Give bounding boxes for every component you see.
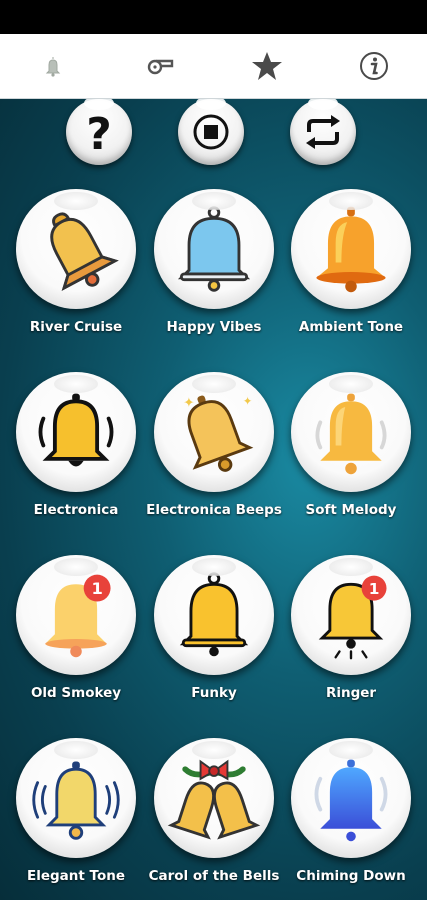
blue-ringing-bell-icon	[314, 759, 388, 842]
sound-label: Carol of the Bells	[148, 868, 280, 884]
orange-bell-icon	[316, 206, 386, 293]
sparkle-bell-icon: ✦ ✦	[183, 394, 254, 472]
sound-old-smokey[interactable]: 1 Old Smokey	[6, 555, 146, 725]
svg-text:✦: ✦	[243, 394, 253, 408]
sound-electronica[interactable]: Electronica	[6, 372, 146, 542]
soft-bell-icon	[315, 393, 387, 475]
sound-ambient-tone[interactable]: Ambient Tone	[281, 189, 421, 359]
sound-funky[interactable]: Funky	[144, 555, 284, 725]
sound-button[interactable]	[291, 189, 411, 309]
sound-label: Funky	[191, 685, 237, 701]
notification-ringing-bell-icon: 1	[318, 575, 387, 660]
notification-bell-icon: 1	[45, 574, 111, 658]
badge-count: 1	[91, 579, 102, 598]
sound-grid-panel: ? River Cruise Happy Vibes Ambient Tone …	[0, 99, 427, 900]
sound-button[interactable]	[154, 189, 274, 309]
yellow-bell-icon	[179, 572, 249, 657]
sound-label: River Cruise	[29, 319, 123, 335]
tab-bells[interactable]	[23, 41, 83, 91]
tab-whistles[interactable]	[130, 41, 190, 91]
sound-chiming-down[interactable]: Chiming Down	[281, 738, 421, 900]
sound-label: Electronica	[33, 502, 119, 518]
sound-button[interactable]	[16, 372, 136, 492]
badge-count: 1	[369, 580, 380, 598]
sound-label: Soft Melody	[305, 502, 397, 518]
gold-bell-icon	[50, 212, 119, 291]
sound-button[interactable]: ✦ ✦	[154, 372, 274, 492]
help-button[interactable]: ?	[66, 99, 132, 165]
sound-label: Ambient Tone	[298, 319, 404, 335]
christmas-bells-icon	[167, 759, 261, 840]
tab-info[interactable]	[344, 41, 404, 91]
sound-button[interactable]	[154, 738, 274, 858]
sound-button[interactable]: 1	[16, 555, 136, 675]
sound-ringer[interactable]: 1 Ringer	[281, 555, 421, 725]
sound-button[interactable]	[291, 738, 411, 858]
tab-favorites[interactable]	[237, 41, 297, 91]
stop-button[interactable]	[178, 99, 244, 165]
sound-label: Happy Vibes	[166, 319, 262, 335]
sound-river-cruise[interactable]: River Cruise	[6, 189, 146, 359]
svg-text:?: ?	[86, 109, 112, 155]
help-icon: ?	[86, 109, 112, 155]
sound-label: Chiming Down	[296, 868, 406, 884]
bell-icon	[46, 57, 61, 77]
sound-button[interactable]	[16, 189, 136, 309]
sound-label: Ringer	[325, 685, 377, 701]
whistle-icon	[147, 59, 174, 75]
sound-label: Electronica Beeps	[146, 502, 282, 518]
blue-bell-icon	[177, 206, 251, 292]
sound-button[interactable]	[291, 372, 411, 492]
info-icon	[359, 52, 388, 80]
status-bar	[0, 0, 427, 34]
sound-label: Old Smokey	[30, 685, 122, 701]
ringing-bell-icon	[38, 393, 114, 467]
stop-icon	[193, 114, 229, 150]
vibrating-bell-icon	[32, 761, 120, 840]
sound-button[interactable]: 1	[291, 555, 411, 675]
tab-bar	[0, 34, 427, 99]
sound-happy-vibes[interactable]: Happy Vibes	[144, 189, 284, 359]
sound-elegant-tone[interactable]: Elegant Tone	[6, 738, 146, 900]
sound-soft-melody[interactable]: Soft Melody	[281, 372, 421, 542]
star-icon	[251, 52, 282, 80]
sound-button[interactable]	[154, 555, 274, 675]
sound-carol-of-the-bells[interactable]: Carol of the Bells	[144, 738, 284, 900]
sound-electronica-beeps[interactable]: ✦ ✦ Electronica Beeps	[144, 372, 284, 542]
sound-button[interactable]	[16, 738, 136, 858]
repeat-button[interactable]	[290, 99, 356, 165]
sound-label: Elegant Tone	[26, 868, 125, 884]
repeat-icon	[306, 115, 340, 149]
